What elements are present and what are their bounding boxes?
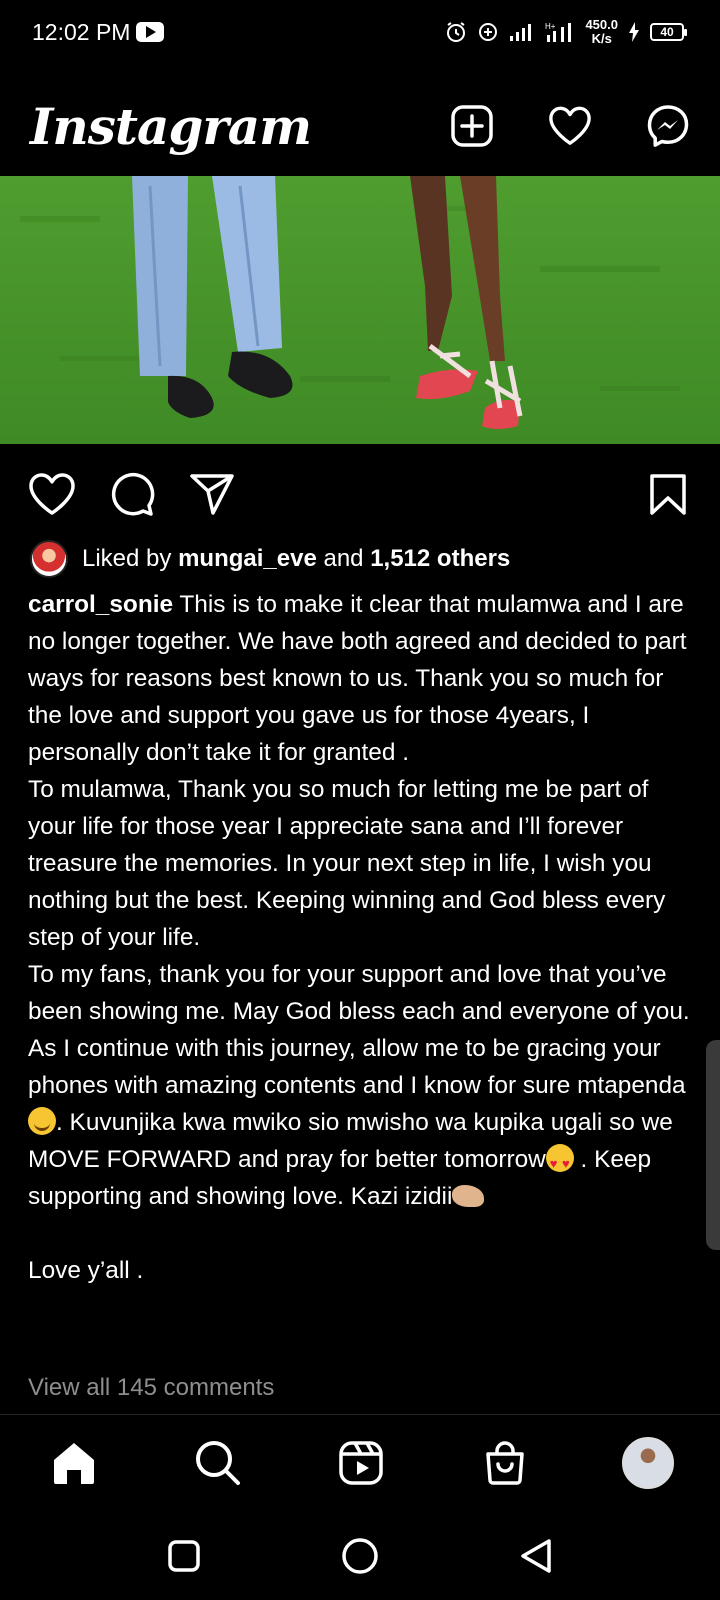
tab-reels[interactable] [335, 1437, 387, 1489]
messenger-button[interactable] [646, 104, 690, 148]
comment-icon [111, 472, 155, 516]
status-left: 12:02 PM [32, 18, 165, 46]
save-button[interactable] [644, 470, 692, 518]
caption-paragraph-4: Love y’all . [28, 1257, 144, 1284]
home-circle-icon[interactable] [341, 1537, 379, 1575]
tab-search[interactable] [192, 1437, 244, 1489]
messenger-icon [647, 105, 689, 147]
add-post-icon [451, 105, 493, 147]
recent-apps-icon[interactable] [167, 1539, 201, 1573]
search-icon [195, 1440, 240, 1485]
signal-2-icon: H+ [545, 22, 572, 42]
tab-profile[interactable] [622, 1436, 674, 1489]
home-icon [54, 1442, 94, 1484]
shopping-bag-icon [485, 1440, 524, 1485]
caption-username[interactable]: carrol_sonie [28, 591, 173, 618]
like-button[interactable] [28, 470, 76, 518]
likes-connector: and [316, 545, 371, 572]
share-button[interactable] [188, 470, 236, 518]
post-caption: carrol_sonie This is to make it clear th… [28, 586, 692, 1289]
bookmark-icon [650, 474, 686, 515]
caption-paragraph-2: To mulamwa, Thank you so much for lettin… [28, 776, 666, 951]
likes-prefix: Liked by [82, 545, 179, 572]
heart-outline-icon [29, 473, 75, 515]
smiling-emoji-icon [28, 1107, 56, 1135]
send-icon [190, 474, 234, 515]
post-action-row [0, 466, 720, 522]
tab-home[interactable] [48, 1437, 100, 1489]
post-image[interactable] [0, 176, 720, 444]
likes-text: Liked by mungai_eve and 1,512 others [82, 545, 510, 573]
flexed-biceps-emoji-icon [452, 1185, 485, 1207]
scroll-handle[interactable] [706, 1040, 720, 1250]
tab-shop[interactable] [479, 1437, 531, 1489]
liker-avatar[interactable] [30, 540, 68, 578]
activity-button[interactable] [548, 104, 592, 148]
comment-button[interactable] [108, 470, 156, 518]
battery-level: 40 [660, 25, 674, 39]
data-saver-icon [479, 23, 498, 41]
reels-icon [339, 1440, 383, 1485]
instagram-logo[interactable]: Instagram [30, 97, 312, 156]
signal-icon [510, 24, 532, 41]
app-header: Instagram [0, 78, 720, 174]
profile-avatar [622, 1436, 674, 1489]
status-bar: 12:02 PM H+ 450.0 K/s 40 [0, 0, 720, 64]
likes-row[interactable]: Liked by mungai_eve and 1,512 others [30, 540, 510, 578]
alarm-icon [447, 22, 466, 42]
liker-username[interactable]: mungai_eve [178, 545, 317, 572]
android-nav-bar [0, 1512, 720, 1600]
status-time: 12:02 PM [32, 18, 131, 45]
new-post-button[interactable] [450, 104, 494, 148]
battery-indicator: 40 [650, 23, 687, 41]
caption-paragraph-1: carrol_sonie This is to make it clear th… [28, 586, 692, 771]
post-photo [0, 176, 720, 444]
network-speed-unit: K/s [591, 31, 612, 46]
youtube-notification-icon [136, 22, 165, 42]
network-speed-value: 450.0 [585, 17, 618, 32]
heart-icon [549, 106, 591, 145]
bottom-tab-bar [0, 1414, 720, 1510]
status-right: H+ 450.0 K/s 40 [445, 18, 687, 46]
charging-icon [629, 22, 639, 42]
view-all-comments-link[interactable]: View all 145 comments [28, 1374, 274, 1402]
network-speed: 450.0 K/s [585, 18, 618, 46]
back-icon[interactable] [519, 1538, 553, 1574]
caption-paragraph-3: To my fans, thank you for your support a… [28, 956, 692, 1215]
caption-text-3a: To my fans, thank you for your support a… [28, 961, 690, 1099]
header-actions [450, 104, 690, 148]
likes-others-count[interactable]: 1,512 others [370, 545, 510, 572]
heart-eyes-emoji-icon [545, 1144, 574, 1182]
svg-text:H+: H+ [545, 22, 556, 31]
